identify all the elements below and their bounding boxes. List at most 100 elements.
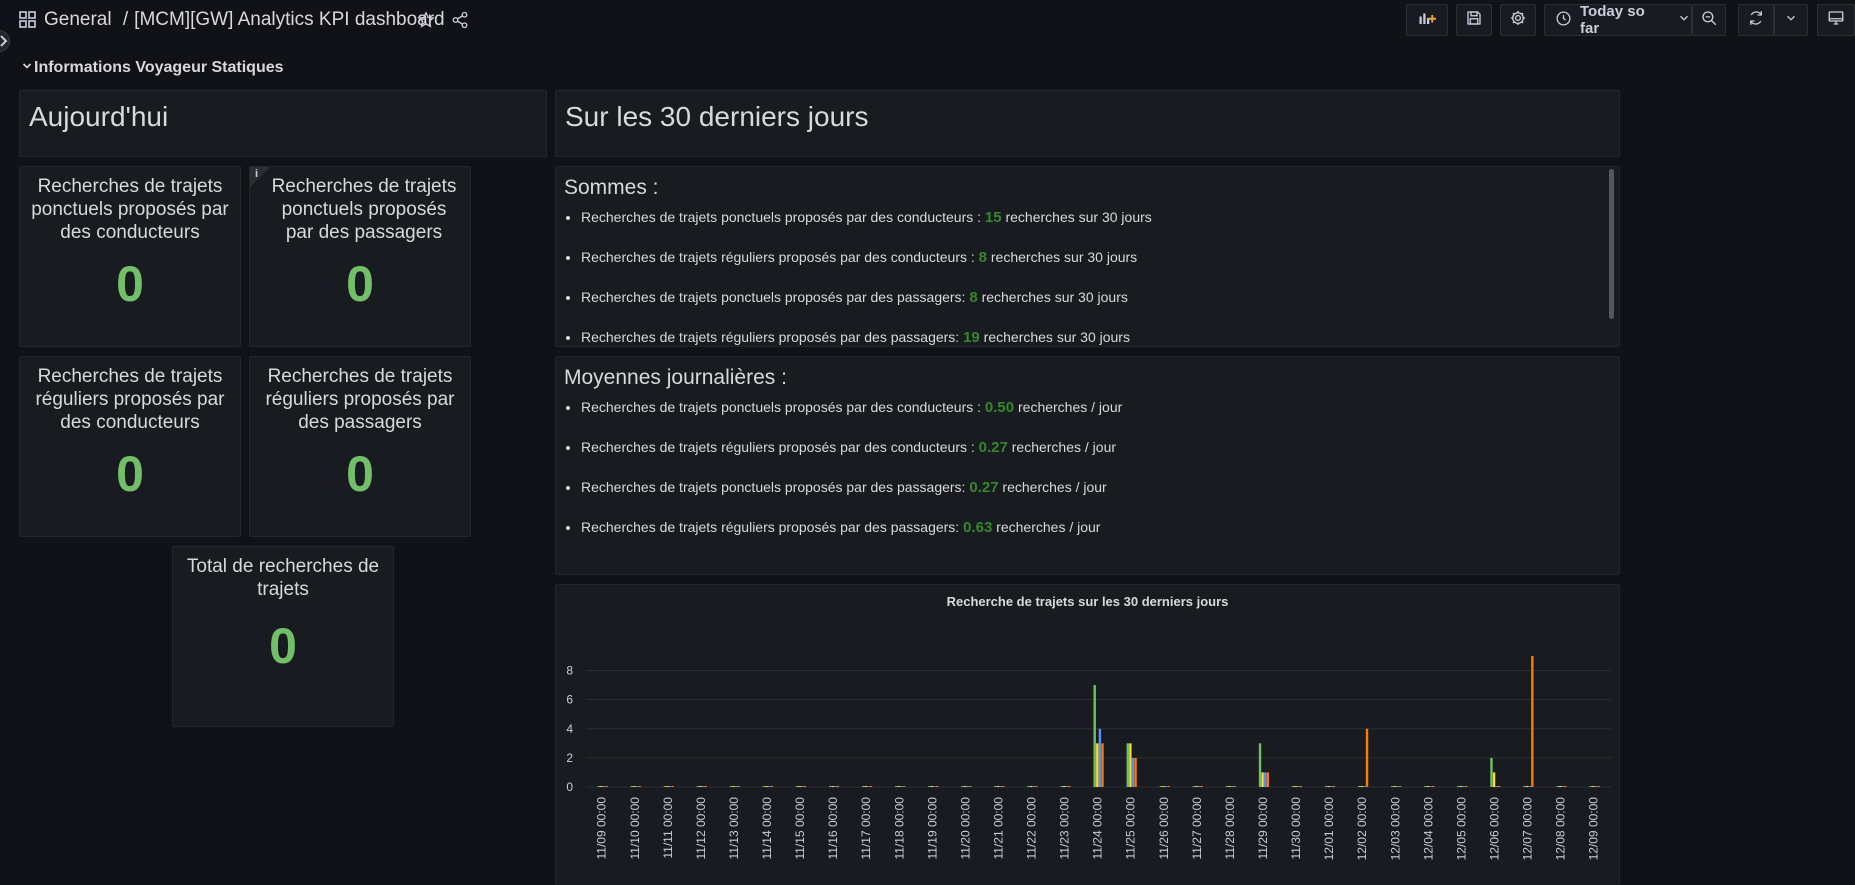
x-tick-label: 11/11 00:00 (661, 797, 675, 859)
bar (900, 786, 903, 787)
x-tick-label: 11/13 00:00 (727, 797, 741, 860)
bar (1129, 743, 1132, 787)
stat-panel-reguliers-passagers[interactable]: Recherches de trajets réguliers proposés… (249, 356, 471, 537)
bar (1200, 786, 1203, 787)
bar (836, 786, 840, 787)
x-tick-label: 11/17 00:00 (859, 797, 873, 860)
bar (864, 786, 868, 787)
bar (1197, 786, 1201, 787)
y-tick-label: 8 (566, 664, 573, 678)
bar (1002, 786, 1005, 787)
bar (795, 786, 799, 787)
bar (961, 786, 964, 787)
bar (1360, 786, 1364, 787)
stat-panel-reguliers-conducteurs[interactable]: Recherches de trajets réguliers proposés… (19, 356, 241, 537)
bar (994, 786, 997, 787)
bar (732, 786, 735, 787)
x-tick-label: 11/19 00:00 (925, 797, 939, 860)
x-tick-label: 12/04 00:00 (1421, 797, 1435, 861)
chart-panel[interactable]: Recherche de trajets sur les 30 derniers… (555, 584, 1620, 885)
share-icon[interactable] (451, 11, 469, 34)
bar (668, 786, 672, 787)
bar (930, 786, 934, 787)
sums-text-panel[interactable]: Sommes : Recherches de trajets ponctuels… (555, 166, 1620, 347)
zoom-out-icon (1700, 9, 1718, 31)
bar (1426, 786, 1430, 787)
bar (1261, 772, 1264, 787)
x-tick-label: 11/28 00:00 (1223, 797, 1237, 860)
y-tick-label: 4 (566, 722, 573, 736)
y-tick-label: 2 (566, 751, 573, 765)
stat-panel-ponctuels-passagers[interactable]: i Recherches de trajets ponctuels propos… (249, 166, 471, 347)
cycle-view-mode-button[interactable] (1817, 4, 1855, 36)
stat-value: 0 (269, 618, 297, 674)
bar (666, 786, 669, 787)
bar (1498, 786, 1501, 787)
dashboard-settings-button[interactable] (1500, 4, 1536, 36)
x-tick-label: 11/20 00:00 (958, 797, 972, 860)
bar (1101, 743, 1104, 787)
item-text: Recherches de trajets ponctuels proposés… (581, 289, 970, 305)
bar (1131, 757, 1135, 787)
x-tick-label: 11/09 00:00 (595, 797, 609, 860)
zoom-out-button[interactable] (1692, 4, 1726, 36)
dashboards-grid-icon[interactable] (19, 11, 36, 33)
bar (1559, 786, 1562, 787)
panel-scrollbar[interactable] (1609, 169, 1614, 319)
add-panel-button[interactable] (1406, 4, 1448, 36)
list-item: Recherches de trajets réguliers proposés… (581, 518, 1619, 558)
bar (1233, 786, 1236, 787)
bar (729, 786, 733, 787)
bar (1093, 685, 1096, 787)
bar (600, 786, 603, 787)
x-tick-label: 11/26 00:00 (1157, 797, 1171, 860)
x-tick-label: 11/12 00:00 (694, 797, 708, 860)
item-number: 0.27 (978, 439, 1008, 456)
averages-text-panel[interactable]: Moyennes journalières : Recherches de tr… (555, 356, 1620, 575)
bar (1195, 786, 1198, 787)
list-item: Recherches de trajets réguliers proposés… (581, 248, 1619, 288)
bar (1162, 786, 1165, 787)
averages-heading: Moyennes journalières : (564, 366, 787, 389)
bar (737, 786, 740, 787)
bar (699, 786, 702, 787)
stat-title: Recherches de trajets ponctuels proposés… (271, 176, 457, 243)
x-tick-label: 11/10 00:00 (628, 797, 642, 860)
y-tick-label: 6 (566, 693, 573, 707)
star-icon[interactable] (417, 11, 435, 34)
y-tick-label: 0 (566, 780, 573, 794)
save-icon (1465, 9, 1483, 31)
item-text: Recherches de trajets réguliers proposés… (581, 519, 964, 535)
bar (1060, 786, 1063, 787)
item-number: 0.63 (963, 519, 993, 536)
sidebar-toggle-button[interactable] (0, 30, 10, 52)
bar (768, 786, 771, 787)
bar (1398, 786, 1402, 787)
chevron-down-icon (22, 57, 32, 75)
stat-panel-ponctuels-conducteurs[interactable]: Recherches de trajets ponctuels proposés… (19, 166, 241, 347)
bar (928, 786, 931, 787)
x-tick-label: 11/15 00:00 (793, 797, 807, 860)
list-item: Recherches de trajets réguliers proposés… (581, 438, 1619, 478)
item-unit: recherches / jour (992, 519, 1101, 535)
item-number: 15 (984, 209, 1002, 226)
breadcrumb-folder[interactable]: General (44, 9, 112, 30)
bar (704, 786, 707, 787)
bar (605, 786, 608, 787)
bar (1495, 786, 1498, 787)
bar (895, 786, 898, 787)
refresh-button[interactable] (1738, 4, 1774, 36)
dashboard-title[interactable]: [MCM][GW] Analytics KPI dashboard (134, 9, 444, 30)
stat-title: Recherches de trajets réguliers proposés… (265, 366, 455, 433)
time-picker-button[interactable]: Today so far (1544, 3, 1692, 37)
bar-chart: 0 2 4 6 8 11/09 00:00 11/10 00:00 11/11 00:00 11… (566, 656, 1611, 861)
bar (1330, 786, 1333, 787)
refresh-interval-button[interactable] (1774, 4, 1808, 36)
last30-header-panel: Sur les 30 derniers jours (555, 90, 1620, 157)
clock-icon (1555, 10, 1572, 31)
row-header[interactable]: Informations Voyageur Statiques (22, 57, 284, 77)
save-dashboard-button[interactable] (1456, 4, 1492, 36)
bar (1126, 743, 1129, 787)
bar (798, 786, 801, 787)
stat-panel-total[interactable]: Total de recherches de trajets 0 (172, 546, 394, 727)
